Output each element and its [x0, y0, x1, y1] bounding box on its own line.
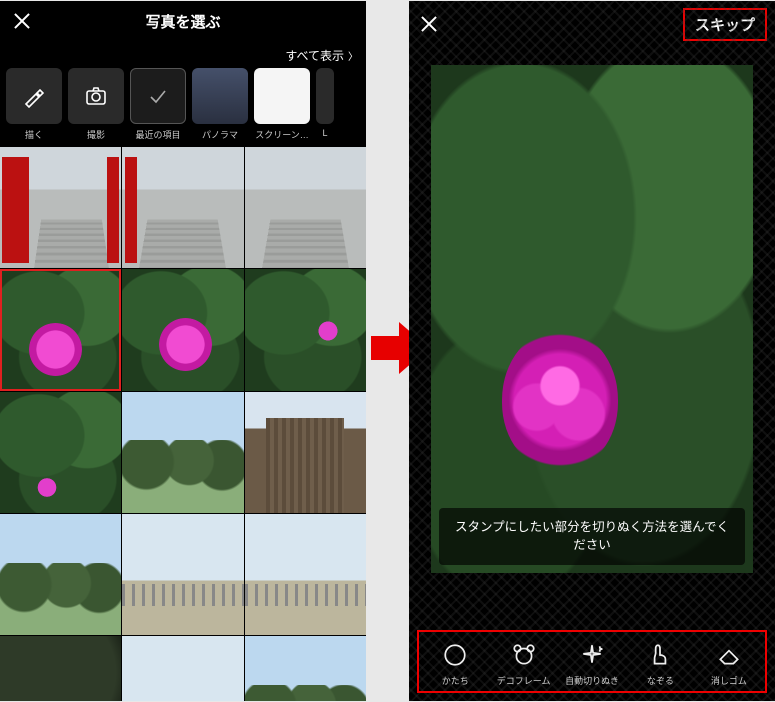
photo-thumbnail[interactable] — [122, 514, 243, 635]
photo-thumbnail[interactable] — [245, 636, 366, 701]
photo-thumbnail[interactable] — [0, 636, 121, 701]
photo-thumbnail[interactable] — [122, 392, 243, 513]
source-tabs — [0, 68, 366, 128]
close-icon[interactable] — [417, 12, 441, 36]
tab-more[interactable] — [316, 68, 334, 124]
cutout-toolbar: かたち デコフレーム 自動切りぬき なぞる 消しゴム — [417, 630, 767, 693]
photo-picker-screen: 写真を選ぶ すべて表示 〉 描く 撮影 最近の項目 パノラマ スクリーン… L — [0, 1, 366, 701]
sparkle-icon — [577, 640, 607, 670]
tool-trace[interactable]: なぞる — [626, 640, 694, 687]
photo-thumbnail-selected[interactable] — [0, 269, 121, 390]
header-title: 写真を選ぶ — [145, 11, 220, 32]
circle-icon — [440, 640, 470, 670]
tab-label: 描く — [6, 128, 62, 141]
photo-thumbnail[interactable] — [245, 392, 366, 513]
chevron-right-icon: 〉 — [348, 48, 358, 63]
skip-label: スキップ — [695, 17, 755, 34]
tab-label: パノラマ — [192, 128, 248, 141]
close-icon[interactable] — [10, 9, 34, 33]
tab-label: スクリーン… — [254, 128, 310, 141]
tool-label: 消しゴム — [711, 674, 747, 687]
header: スキップ — [409, 1, 775, 47]
tab-label: 最近の項目 — [130, 128, 186, 141]
tool-label: 自動切りぬき — [565, 674, 619, 687]
photo-thumbnail[interactable] — [245, 514, 366, 635]
bear-icon — [509, 640, 539, 670]
tab-camera[interactable] — [68, 68, 124, 124]
tab-draw[interactable] — [6, 68, 62, 124]
photo-grid — [0, 147, 366, 701]
tab-screenshots[interactable] — [254, 68, 310, 124]
photo-thumbnail[interactable] — [0, 147, 121, 268]
show-all-button[interactable]: すべて表示 〉 — [0, 41, 366, 68]
header: 写真を選ぶ — [0, 1, 366, 41]
selected-photo — [502, 329, 618, 471]
photo-thumbnail[interactable] — [0, 392, 121, 513]
instruction-text: スタンプにしたい部分を切りぬく方法を選んでください — [439, 508, 745, 566]
photo-thumbnail[interactable] — [245, 147, 366, 268]
selected-photo — [431, 65, 753, 573]
source-tab-labels: 描く 撮影 最近の項目 パノラマ スクリーン… L — [0, 128, 366, 147]
tool-label: デコフレーム — [497, 674, 551, 687]
tab-panorama[interactable] — [192, 68, 248, 124]
show-all-label: すべて表示 — [285, 47, 344, 64]
tool-auto-cutout[interactable]: 自動切りぬき — [558, 640, 626, 687]
tool-decoframe[interactable]: デコフレーム — [489, 640, 557, 687]
photo-thumbnail[interactable] — [122, 636, 243, 701]
tab-label: 撮影 — [68, 128, 124, 141]
tool-eraser[interactable]: 消しゴム — [695, 640, 763, 687]
image-canvas[interactable]: スタンプにしたい部分を切りぬく方法を選んでください — [431, 65, 753, 573]
tool-shape[interactable]: かたち — [421, 640, 489, 687]
tool-label: かたち — [442, 674, 469, 687]
tool-label: なぞる — [647, 674, 674, 687]
cutout-method-screen: スキップ スタンプにしたい部分を切りぬく方法を選んでください かたち デコフレー… — [409, 1, 775, 701]
tab-recents[interactable] — [130, 68, 186, 124]
tab-label: L — [316, 128, 334, 141]
photo-thumbnail[interactable] — [122, 269, 243, 390]
photo-thumbnail[interactable] — [122, 147, 243, 268]
finger-icon — [645, 640, 675, 670]
skip-button[interactable]: スキップ — [683, 8, 767, 41]
photo-thumbnail[interactable] — [0, 514, 121, 635]
eraser-icon — [714, 640, 744, 670]
photo-thumbnail[interactable] — [245, 269, 366, 390]
